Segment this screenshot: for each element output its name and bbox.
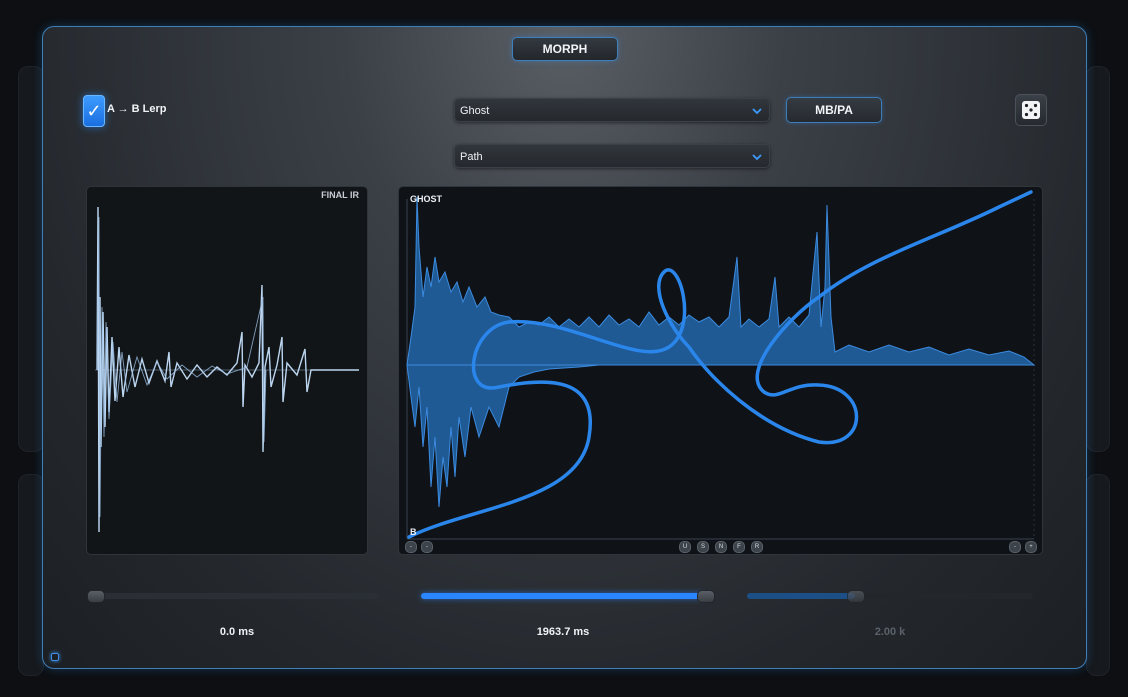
slider-2-thumb[interactable] (697, 590, 715, 603)
ghost-waveform (406, 190, 1036, 540)
slider-2[interactable] (421, 590, 715, 603)
lerp-checkbox-label: A → B Lerp (107, 103, 167, 115)
morph-title-button[interactable]: MORPH (512, 37, 618, 61)
slider-3-thumb[interactable] (847, 590, 865, 603)
path-dropdown[interactable]: Path (454, 144, 770, 168)
status-indicator-icon[interactable] (51, 653, 59, 661)
ghost-label: GHOST (410, 194, 443, 204)
slider-3[interactable] (747, 590, 1033, 603)
dice-icon[interactable] (1015, 94, 1047, 126)
zoom-out-button[interactable]: - (405, 541, 417, 553)
slider-1-value: 0.0 ms (219, 626, 255, 638)
final-ir-panel: FINAL IR (86, 186, 368, 555)
zoom-minus-button[interactable]: - (1009, 541, 1021, 553)
path-dropdown-value: Path (460, 151, 483, 163)
slider-3-value: 2.00 k (874, 626, 906, 638)
final-ir-waveform (95, 206, 359, 533)
lerp-checkbox[interactable]: ✓ (83, 95, 105, 127)
n-button[interactable]: N (715, 541, 727, 553)
mbpa-button[interactable]: MB/PA (786, 97, 882, 123)
slider-3-fill (747, 593, 855, 599)
background-panel (18, 474, 44, 676)
ghost-path-panel: GHOST B - - U S N F R - + (398, 186, 1043, 555)
zoom-out-button-2[interactable]: - (421, 541, 433, 553)
r-button[interactable]: R (751, 541, 763, 553)
ghost-dropdown[interactable]: Ghost (454, 98, 770, 122)
u-button[interactable]: U (679, 541, 691, 553)
slider-2-fill (421, 593, 705, 599)
s-button[interactable]: S (697, 541, 709, 553)
chevron-down-icon (751, 99, 763, 132)
chevron-down-icon (751, 145, 763, 178)
zoom-plus-button[interactable]: + (1025, 541, 1037, 553)
slider-1-thumb[interactable] (87, 590, 105, 603)
background-panel (1086, 474, 1110, 676)
background-panel (1086, 66, 1110, 452)
slider-1[interactable] (87, 590, 379, 603)
slider-2-value: 1963.7 ms (536, 626, 590, 638)
ghost-dropdown-value: Ghost (460, 105, 490, 117)
background-panel (18, 66, 44, 452)
f-button[interactable]: F (733, 541, 745, 553)
b-label: B (410, 527, 417, 537)
